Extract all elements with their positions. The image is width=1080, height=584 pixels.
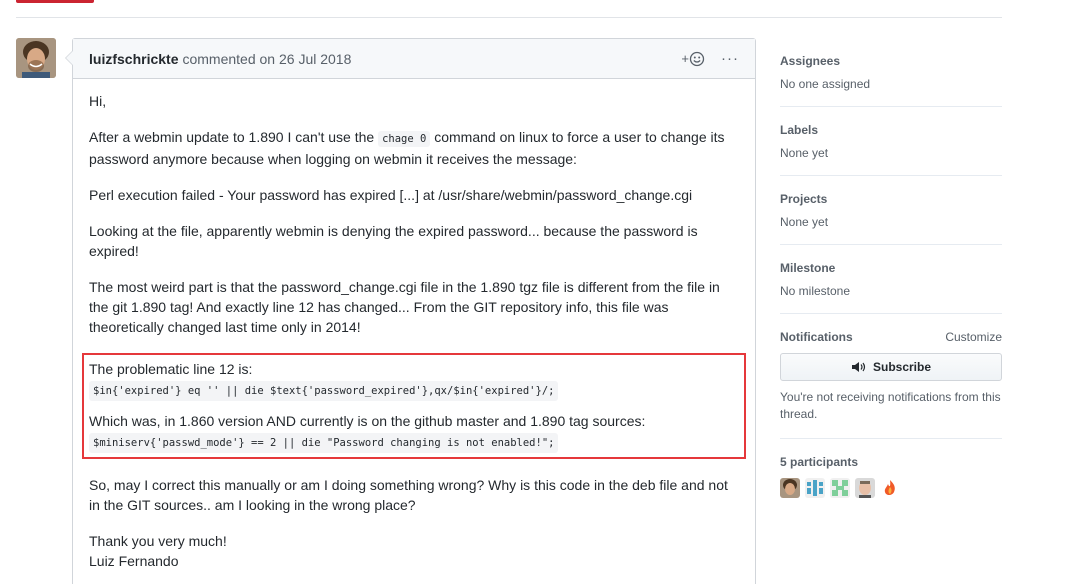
participant-avatar[interactable] — [855, 478, 875, 498]
milestone-heading[interactable]: Milestone — [780, 261, 835, 275]
smiley-icon — [689, 51, 705, 66]
assignees-value: No one assigned — [780, 77, 871, 91]
add-reaction-button[interactable]: + — [681, 51, 705, 67]
projects-value: None yet — [780, 215, 829, 229]
notifications-heading: Notifications — [780, 330, 853, 344]
participant-avatar[interactable] — [780, 478, 800, 498]
participants-heading: 5 participants — [780, 455, 859, 469]
plus-icon: + — [681, 51, 689, 66]
customize-link[interactable]: Customize — [945, 330, 1002, 344]
milestone-value: No milestone — [780, 284, 851, 298]
comment-author-link[interactable]: luizfschrickte — [89, 51, 178, 67]
paragraph-4: The most weird part is that the password… — [89, 279, 720, 335]
problematic-line-block: The problematic line 12 is: $in{'expired… — [89, 359, 739, 401]
paragraph-3: Looking at the file, apparently webmin i… — [89, 223, 698, 259]
participant-avatar[interactable] — [830, 478, 850, 498]
status-strip — [16, 0, 94, 3]
projects-heading[interactable]: Projects — [780, 192, 827, 206]
closing: Thank you very much! Luiz Fernando — [89, 531, 739, 571]
subscribe-label: Subscribe — [872, 360, 932, 374]
inline-code: chage 0 — [378, 131, 431, 147]
participants-section: 5 participants — [780, 439, 1002, 513]
highlight-annotation: The problematic line 12 is: $in{'expired… — [82, 353, 746, 459]
labels-section: Labels None yet — [780, 107, 1002, 176]
original-line-label: Which was, in 1.860 version AND currentl… — [89, 413, 646, 429]
comment-meta: commented on 26 Jul 2018 — [182, 50, 352, 67]
more-options-button[interactable]: ··· — [721, 50, 739, 67]
assignees-heading[interactable]: Assignees — [780, 54, 840, 68]
original-line-block: Which was, in 1.860 version AND currentl… — [89, 411, 739, 453]
issue-comment: luizfschrickte commented on 26 Jul 2018 … — [65, 38, 756, 584]
code-snippet-1: $in{'expired'} eq '' || die $text{'passw… — [89, 381, 559, 401]
participant-avatar[interactable] — [805, 478, 825, 498]
divider — [16, 17, 1002, 18]
speaker-icon — [851, 362, 866, 372]
notifications-text: You're not receiving notifications from … — [780, 390, 1001, 421]
labels-heading[interactable]: Labels — [780, 123, 818, 137]
projects-section: Projects None yet — [780, 176, 1002, 245]
greeting-text: Hi, — [89, 93, 107, 109]
paragraph-2: Perl execution failed - Your password ha… — [89, 187, 693, 203]
subscribe-button[interactable]: Subscribe — [780, 353, 1002, 381]
paragraph-5: So, may I correct this manually or am I … — [89, 477, 728, 513]
participant-avatar[interactable] — [880, 478, 900, 498]
assignees-section: Assignees No one assigned — [780, 38, 1002, 107]
signature-text: Luiz Fernando — [89, 553, 179, 569]
comment-body: Hi, After a webmin update to 1.890 I can… — [73, 79, 755, 571]
participant-avatars — [780, 478, 1002, 498]
milestone-section: Milestone No milestone — [780, 245, 1002, 314]
issue-sidebar: Assignees No one assigned Labels None ye… — [780, 38, 1002, 513]
thanks-text: Thank you very much! — [89, 533, 227, 549]
paragraph-1: After a webmin update to 1.890 I can't u… — [89, 129, 725, 167]
code-snippet-2: $miniserv{'passwd_mode'} == 2 || die "Pa… — [89, 433, 559, 453]
problematic-line-label: The problematic line 12 is: — [89, 361, 253, 377]
author-avatar[interactable] — [16, 38, 56, 78]
comment-pointer — [65, 50, 73, 66]
labels-value: None yet — [780, 146, 829, 160]
notifications-section: Notifications Customize Subscribe You're… — [780, 314, 1002, 439]
comment-header: luizfschrickte commented on 26 Jul 2018 … — [73, 39, 755, 79]
